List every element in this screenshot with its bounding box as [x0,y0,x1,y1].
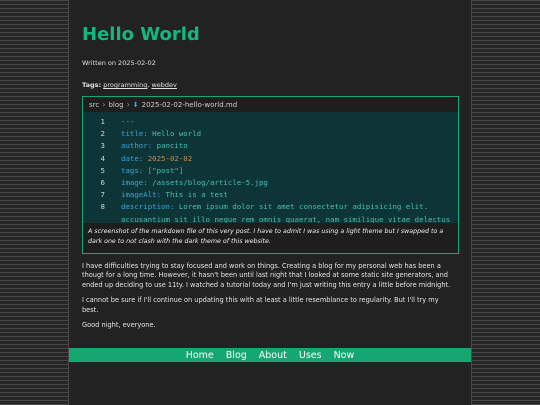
chevron-right-icon: › [102,100,106,109]
nav-link-now[interactable]: Now [334,350,355,361]
code-key: imageAlt: [121,190,162,200]
blog-post-page: Hello World Written on 2025-02-02 Tags: … [68,0,472,405]
line-number: 7 [100,190,105,200]
code-key: title: [121,129,148,139]
editor-breadcrumb: src › blog › ⬇ 2025-02-02-hello-world.md [83,97,458,112]
code-value: Lorem ipsum dolor sit amet consectetur a… [178,202,429,212]
post-paragraph: Good night, everyone. [82,321,156,330]
line-number: 4 [100,153,105,163]
code-line: 2 title: Hello world [83,128,458,140]
code-value: Hello world [152,129,202,139]
nav-link-about[interactable]: About [259,350,287,361]
code-key: author: [121,141,153,151]
code-value-continuation: accusantium sit illo neque rem omnis qua… [121,214,451,224]
post-paragraph: I have difficulties trying to stay focus… [82,262,451,289]
code-key: description: [121,202,175,212]
code-value: /assets/blog/article-5.jpg [152,177,268,187]
line-number: 1 [100,117,105,126]
code-value: This is a test [165,190,228,200]
line-number: 6 [100,177,105,187]
code-line: 7 imageAlt: This is a test [83,189,458,201]
line-number: 8 [100,202,105,212]
post-title: Hello World [82,24,200,45]
code-key: date: [121,153,144,163]
code-bracket: ] [178,165,184,175]
figure-caption: A screenshot of the markdown file of thi… [83,223,458,250]
tag-link-webdev[interactable]: webdev [151,81,176,89]
code-line: 8 description: Lorem ipsum dolor sit ame… [83,201,458,213]
code-value: "post" [152,165,179,175]
code-key: image: [121,177,148,187]
code-value: 2025-02-02 [147,153,193,163]
post-body: I have difficulties trying to stay focus… [82,262,452,336]
code-line: accusantium sit illo neque rem omnis qua… [83,214,458,224]
markdown-file-icon: ⬇ [132,100,139,109]
post-figure: src › blog › ⬇ 2025-02-02-hello-world.md… [82,96,459,254]
nav-link-home[interactable]: Home [186,350,214,361]
tags-label: Tags: [82,81,102,89]
nav-link-blog[interactable]: Blog [226,350,247,361]
code-value: pancito [156,141,188,151]
code-editor: 1 --- 2 title: Hello world 3 author: pan… [83,112,458,223]
post-date: Written on 2025-02-02 [82,59,156,67]
code-line: 6 image: /assets/blog/article-5.jpg [83,177,458,189]
line-number: 5 [100,165,105,175]
post-paragraph: I cannot be sure if I'll continue on upd… [82,296,439,314]
code-line: 5 tags: ["post"] [83,165,458,177]
frontmatter-fence: --- [121,117,135,126]
post-tags: Tags: programming, webdev [82,81,177,89]
line-number: 3 [100,141,105,151]
chevron-right-icon: › [126,100,130,109]
tag-link-programming[interactable]: programming [103,81,147,89]
nav-link-uses[interactable]: Uses [299,350,322,361]
code-line: 1 --- [83,116,458,128]
footer-nav: Home Blog About Uses Now [69,348,471,362]
line-number-blank [83,214,105,224]
code-line: 4 date: 2025-02-02 [83,153,458,165]
line-number: 2 [100,129,105,139]
code-key: tags: [121,165,144,175]
code-line: 3 author: pancito [83,140,458,152]
breadcrumb-item-file: 2025-02-02-hello-world.md [141,100,238,109]
breadcrumb-item-blog: blog [108,100,124,109]
breadcrumb-item-src: src [89,100,100,109]
